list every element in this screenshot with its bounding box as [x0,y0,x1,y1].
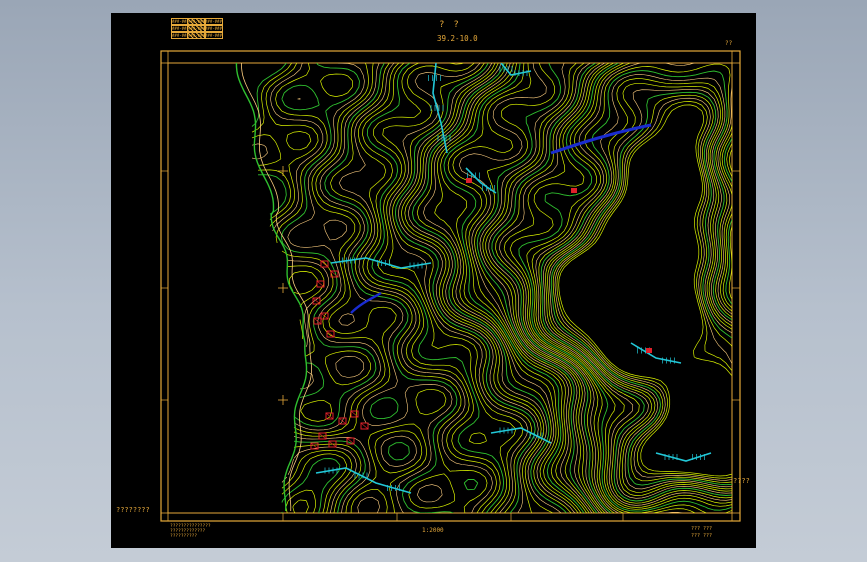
inner-frame [167,62,733,514]
map-content [235,63,732,513]
building-hatch [350,410,359,418]
contour-lines-yellow [251,63,732,513]
scale-label: 1:2000 [422,527,444,534]
building-hatch [313,317,322,325]
cad-viewport[interactable]: ###-### ###-### ###-### ###-### ###-### … [111,13,756,548]
topographic-map[interactable] [111,13,756,548]
building-hatch [320,260,329,268]
building [466,178,472,183]
stream [630,342,682,364]
right-margin-note: ???? [733,477,750,485]
edge-ticks [161,170,740,521]
building [646,348,652,353]
stream [330,257,432,269]
bottom-right-note: ??? ??? [691,526,713,532]
river [550,123,652,155]
building-hatch [360,422,369,430]
building-hatch [316,280,325,288]
map-title: ? ? [439,20,459,30]
stream [655,452,712,462]
building-hatch [325,412,334,420]
building-hatch [320,312,329,320]
legend-cell: ###-### [204,25,223,32]
building-hatch [326,330,335,338]
sheet-number: 39.2-10.0 [437,34,478,43]
grid-crosses [278,166,288,405]
bottom-right-note: ??? ??? [691,533,713,539]
coastal-road [241,63,312,512]
building [571,188,577,193]
river [350,291,382,314]
bottom-note: ?????????? [170,534,198,539]
legend-cell: ###-### [204,32,223,39]
left-margin-note: ???????? [116,506,150,514]
legend-cell: ###-### [204,18,223,25]
building-hatch [310,442,319,450]
top-right-mark: ?? [725,40,733,47]
coastline [235,63,308,512]
building-hatch [338,417,347,425]
